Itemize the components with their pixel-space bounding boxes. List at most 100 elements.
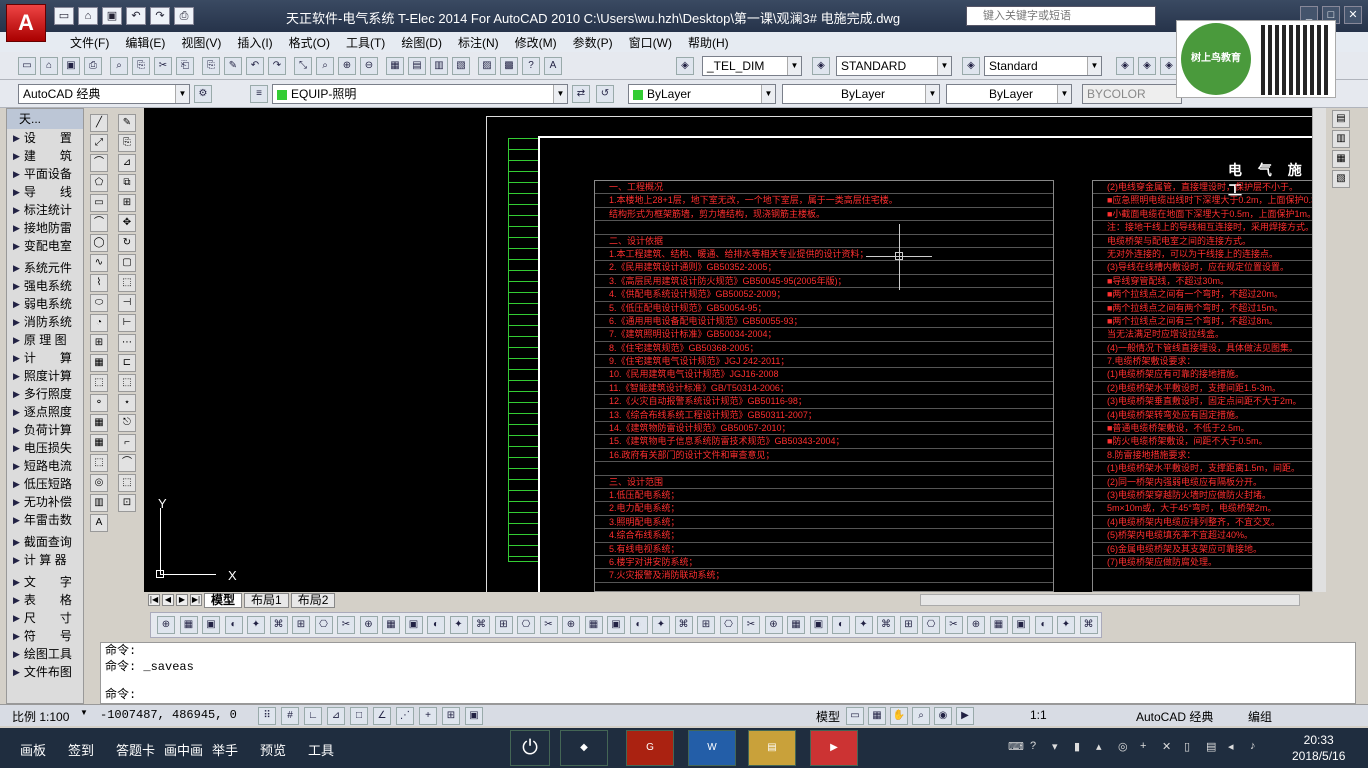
tangent-tool-icon[interactable]: ⎔ <box>314 616 333 634</box>
scale-select[interactable]: 比例 1:100 <box>12 708 69 725</box>
last-tab-icon[interactable]: ▶| <box>190 594 202 606</box>
draw-tool-icon[interactable]: ╱ <box>90 114 108 132</box>
draw-tool-icon[interactable]: ⌒ <box>90 214 108 232</box>
standard-tool-icon[interactable]: ↷ <box>268 57 286 75</box>
model-space-button[interactable]: 模型 <box>816 708 840 725</box>
tangent-tool-icon[interactable]: ⊞ <box>494 616 513 634</box>
panel-item[interactable]: ▶ 标注统计 <box>7 201 83 219</box>
drafting-toggle-icon[interactable]: □ <box>350 707 368 725</box>
tray-icon[interactable]: ▾ <box>1052 740 1066 754</box>
modify-tool-icon[interactable]: ⊣ <box>118 294 136 312</box>
tray-icon[interactable]: + <box>1140 740 1154 754</box>
menu-item[interactable]: 修改(M) <box>507 32 565 52</box>
menu-item[interactable]: 插入(I) <box>229 32 280 52</box>
annotation-scale[interactable]: 1:1 <box>1030 708 1047 722</box>
classroom-tool-item[interactable]: 签到 <box>68 740 94 759</box>
make-current-layer-icon[interactable]: ⇄ <box>572 85 590 103</box>
panel-item[interactable]: ▶ 负荷计算 <box>7 421 83 439</box>
tab-model[interactable]: 模型 <box>204 592 243 608</box>
tangent-tool-icon[interactable]: ▦ <box>584 616 603 634</box>
menu-item[interactable]: 编辑(E) <box>117 32 173 52</box>
tangent-tool-icon[interactable]: ▣ <box>404 616 423 634</box>
drafting-toggle-icon[interactable]: ⊿ <box>327 707 345 725</box>
workspace-switch[interactable]: AutoCAD 经典 <box>1136 708 1213 725</box>
draw-tool-icon[interactable]: ⊞ <box>90 334 108 352</box>
tangent-tool-icon[interactable]: ▣ <box>809 616 828 634</box>
tray-icon[interactable]: ▮ <box>1074 740 1088 754</box>
standard-tool-icon[interactable]: ⤡ <box>294 57 312 75</box>
tangent-tool-icon[interactable]: ✦ <box>247 616 265 634</box>
panel-item[interactable]: ▶ 短路电流 <box>7 457 83 475</box>
command-window[interactable]: 命令: 命令: _saveas 命令: <box>100 642 1356 704</box>
draw-tool-icon[interactable]: ▦ <box>90 354 108 372</box>
panel-item[interactable]: ▶ 建 筑 <box>7 147 83 165</box>
panel-item[interactable]: ▶ 文 字 <box>7 573 83 591</box>
panel-item[interactable]: ▶ 系统元件 <box>7 259 83 277</box>
modify-tool-icon[interactable]: ✎ <box>118 114 136 132</box>
panel-item[interactable]: ▶ 无功补偿 <box>7 493 83 511</box>
tray-icon[interactable]: ⌨ <box>1008 740 1024 754</box>
menu-item[interactable]: 格式(O) <box>281 32 338 52</box>
drawing-canvas[interactable]: 电 气 施 工 一、工程概况 1.本楼地上28+1层，地下室无改，一个地下室层，属… <box>144 108 1312 592</box>
modify-tool-icon[interactable]: ⬚ <box>118 374 136 392</box>
standard-tool-icon[interactable]: ↶ <box>246 57 264 75</box>
tray-icon[interactable]: ▤ <box>1206 740 1220 754</box>
panel-item[interactable]: ▶ 接地防雷 <box>7 219 83 237</box>
modify-tool-icon[interactable]: ↻ <box>118 234 136 252</box>
textstyle-select[interactable]: STANDARD ▼ <box>836 56 952 76</box>
tray-icon[interactable]: ▴ <box>1096 740 1110 754</box>
prev-tab-icon[interactable]: ◀ <box>162 594 174 606</box>
linetype-select[interactable]: ByLayer ▼ <box>782 84 940 104</box>
standard-tool-icon[interactable]: ⌕ <box>316 57 334 75</box>
undo-icon[interactable]: ↶ <box>126 7 146 25</box>
modify-tool-icon[interactable]: ▢ <box>118 254 136 272</box>
tangent-tool-icon[interactable]: ⊕ <box>764 616 783 634</box>
tray-icon[interactable]: ◂ <box>1228 740 1242 754</box>
menu-item[interactable]: 绘图(D) <box>393 32 450 52</box>
first-tab-icon[interactable]: |◀ <box>148 594 160 606</box>
standard-tool-icon[interactable]: ⌂ <box>40 57 58 75</box>
layer-previous-icon[interactable]: ↺ <box>596 85 614 103</box>
drafting-toggle-icon[interactable]: ⊞ <box>442 707 460 725</box>
properties-icon[interactable]: ◈ <box>1138 57 1156 75</box>
standard-tool-icon[interactable]: ✎ <box>224 57 242 75</box>
drafting-toggle-icon[interactable]: ∟ <box>304 707 322 725</box>
menu-item[interactable]: 窗口(W) <box>621 32 680 52</box>
tab-layout2[interactable]: 布局2 <box>290 592 336 608</box>
panel-item[interactable]: ▶ 逐点照度 <box>7 403 83 421</box>
standard-tool-icon[interactable]: ⌕ <box>110 57 128 75</box>
draw-tool-icon[interactable]: ⌇ <box>90 274 108 292</box>
modify-tool-icon[interactable]: ⎋ <box>118 414 136 432</box>
standard-tool-icon[interactable]: ▧ <box>452 57 470 75</box>
layer-manager-icon[interactable]: ≡ <box>250 85 268 103</box>
layer-select[interactable]: EQUIP-照明 ▼ <box>272 84 568 104</box>
draw-tool-icon[interactable]: ⬚ <box>90 374 108 392</box>
tangent-tool-icon[interactable]: ⊕ <box>359 616 378 634</box>
draw-tool-icon[interactable]: ▦ <box>90 434 108 452</box>
standard-tool-icon[interactable]: ⎘ <box>202 57 220 75</box>
navigation-tool-icon[interactable]: ◉ <box>934 707 952 725</box>
panel-item[interactable]: ▶ 计 算 器 <box>7 551 83 569</box>
standard-tool-icon[interactable]: ▭ <box>18 57 36 75</box>
panel-item[interactable]: ▶ 设 置 <box>7 129 83 147</box>
tangent-tool-icon[interactable]: ◐ <box>832 616 850 634</box>
workspace-settings-icon[interactable]: ⚙ <box>194 85 212 103</box>
autocad-logo-icon[interactable]: A <box>6 4 46 42</box>
draw-tool-icon[interactable]: ⬠ <box>90 174 108 192</box>
panel-item[interactable]: ▶ 弱电系统 <box>7 295 83 313</box>
modify-tool-icon[interactable]: ⌒ <box>118 454 136 472</box>
tangent-tool-icon[interactable]: ▦ <box>787 616 805 634</box>
standard-tool-icon[interactable]: ▦ <box>386 57 404 75</box>
tangent-tool-icon[interactable]: ◐ <box>629 616 648 634</box>
modify-tool-icon[interactable]: ⬚ <box>118 474 136 492</box>
presentation-app-icon[interactable]: ▶ <box>810 730 858 766</box>
tangent-tool-icon[interactable]: ✦ <box>449 616 468 634</box>
draw-tool-icon[interactable]: ◎ <box>90 474 108 492</box>
drafting-toggle-icon[interactable]: ⋰ <box>396 707 414 725</box>
navigation-tool-icon[interactable]: ▦ <box>868 707 886 725</box>
lineweight-select[interactable]: ByLayer ▼ <box>946 84 1072 104</box>
classroom-tool-item[interactable]: 举手 <box>212 740 238 759</box>
tray-icon[interactable]: ✕ <box>1162 740 1176 754</box>
view-tool-icon[interactable]: ▤ <box>1332 110 1350 128</box>
tangent-tool-icon[interactable]: ⌘ <box>877 616 895 634</box>
